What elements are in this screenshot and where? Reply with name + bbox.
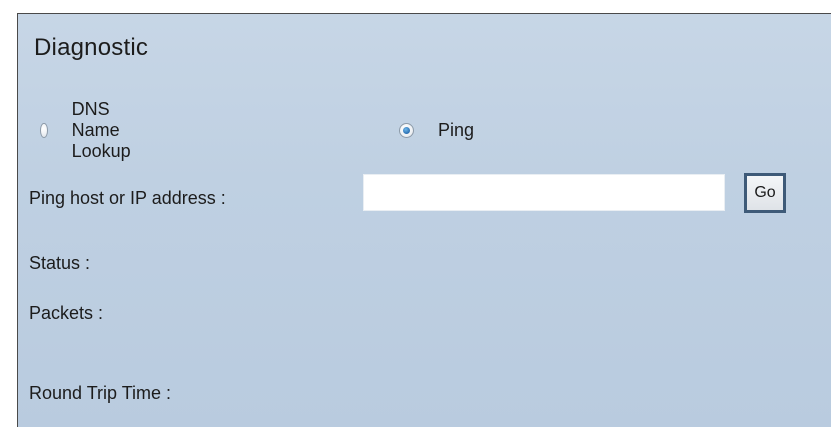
status-label: Status : — [29, 253, 91, 273]
ping-host-input[interactable] — [363, 174, 725, 211]
radio-dns-name-lookup-label[interactable]: DNS Name Lookup — [72, 99, 138, 162]
go-button[interactable]: Go — [744, 173, 786, 213]
page-title: Diagnostic — [34, 34, 149, 61]
radio-ping[interactable]: Ping — [399, 118, 474, 142]
packets-label: Packets : — [29, 303, 104, 323]
round-trip-time-label: Round Trip Time : — [29, 383, 172, 403]
radio-dns-name-lookup[interactable]: DNS Name Lookup — [40, 99, 138, 161]
ping-host-label: Ping host or IP address : — [29, 188, 226, 208]
radio-ping-label[interactable]: Ping — [438, 120, 474, 141]
diagnostic-panel: Diagnostic DNS Name Lookup Ping Ping hos… — [17, 13, 831, 427]
radio-unchecked-icon[interactable] — [40, 122, 48, 138]
radio-checked-icon[interactable] — [399, 122, 414, 138]
